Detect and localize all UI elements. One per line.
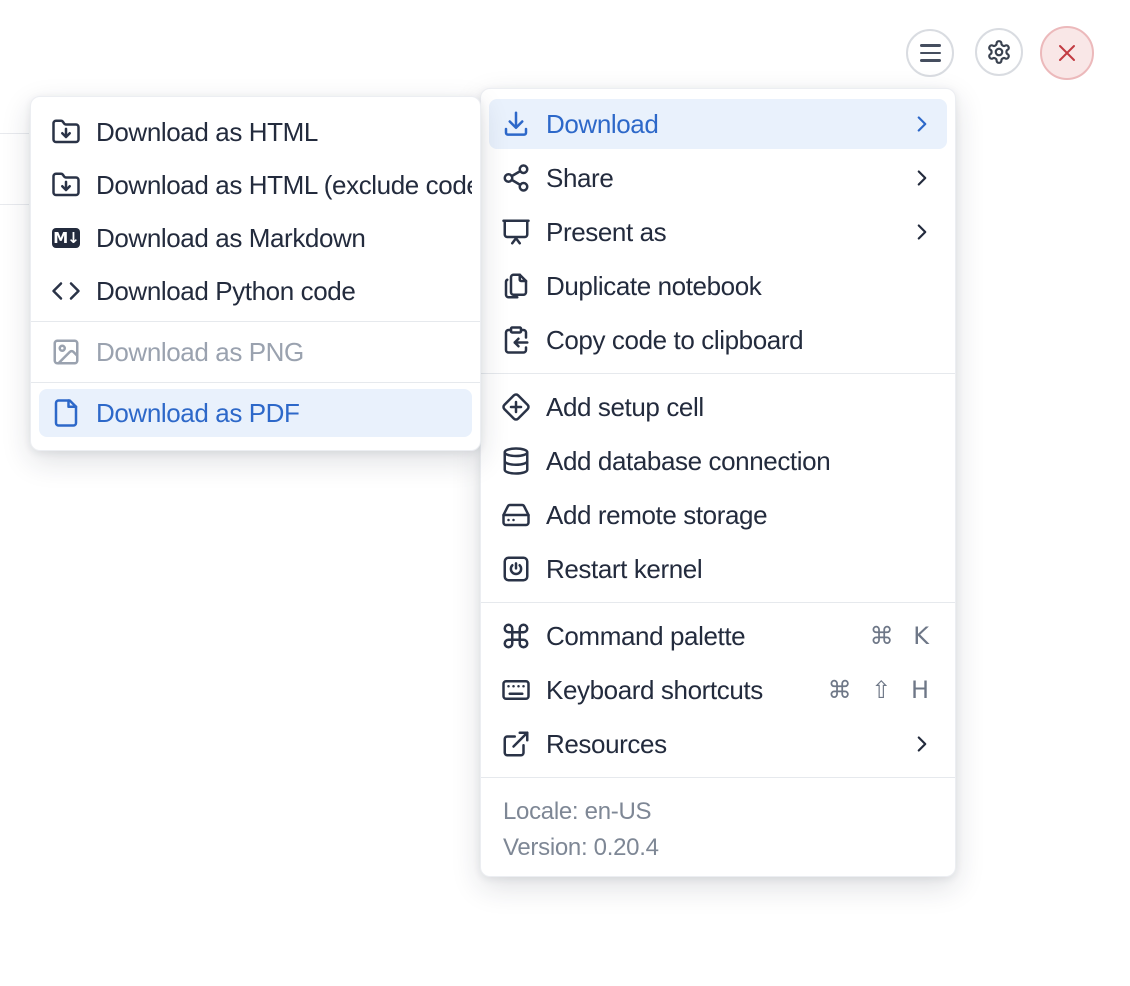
version-text: Version: 0.20.4 [503, 834, 659, 861]
menu-divider [481, 777, 955, 778]
shortcut-hint: ⌘ K [869, 622, 935, 650]
image-icon [51, 337, 81, 367]
menu-item-copy-code-to-clipboard[interactable]: Copy code to clipboard [489, 315, 947, 365]
menu-item-label: Add database connection [546, 445, 831, 476]
menu-item-label: Download Python code [96, 275, 356, 306]
chevron-right-icon [909, 219, 935, 245]
menu-item-label: Copy code to clipboard [546, 324, 804, 355]
code-icon [51, 276, 81, 306]
markdown-icon: M↓ [52, 228, 80, 248]
external-link-icon [501, 729, 531, 759]
share-icon [501, 163, 531, 193]
chevron-right-icon [909, 111, 935, 137]
menu-item-download-as-html[interactable]: Download as HTML [39, 108, 472, 156]
menu-item-command-palette[interactable]: Command palette ⌘ K [489, 611, 947, 661]
menu-item-restart-kernel[interactable]: Restart kernel [489, 544, 947, 594]
menu-item-label: Download as PDF [96, 397, 300, 428]
diamond-plus-icon [501, 392, 531, 422]
menu-item-download[interactable]: Download [489, 99, 947, 149]
folder-down-icon [51, 170, 81, 200]
menu-item-label: Restart kernel [546, 553, 703, 584]
settings-button[interactable] [975, 28, 1023, 76]
menu-item-add-setup-cell[interactable]: Add setup cell [489, 382, 947, 432]
command-icon [501, 621, 531, 651]
menu-item-label: Download as PNG [96, 336, 304, 367]
menu-item-keyboard-shortcuts[interactable]: Keyboard shortcuts ⌘ ⇧ H [489, 665, 947, 715]
file-icon [51, 398, 81, 428]
menu-divider [481, 602, 955, 603]
folder-down-icon [51, 117, 81, 147]
menu-footer: Locale: en-US Version: 0.20.4 [481, 786, 955, 868]
menu-item-label: Resources [546, 728, 667, 759]
menu-item-download-as-png: Download as PNG [39, 328, 472, 376]
hamburger-icon [919, 44, 941, 62]
menu-item-download-python-code[interactable]: Download Python code [39, 267, 472, 315]
menu-item-label: Download as HTML (exclude code) [96, 169, 472, 200]
menu-item-label: Share [546, 162, 614, 193]
menu-item-label: Download [546, 108, 659, 139]
menu-item-download-as-html-exclude-code[interactable]: Download as HTML (exclude code) [39, 161, 472, 209]
menu-item-present-as[interactable]: Present as [489, 207, 947, 257]
background-divider-line [0, 204, 29, 205]
menu-divider [481, 373, 955, 374]
menu-item-label: Command palette [546, 620, 746, 651]
menu-item-add-database-connection[interactable]: Add database connection [489, 436, 947, 486]
power-square-icon [501, 554, 531, 584]
chevron-right-icon [909, 731, 935, 757]
menu-item-duplicate-notebook[interactable]: Duplicate notebook [489, 261, 947, 311]
download-submenu: Download as HTML Download as HTML (exclu… [30, 96, 481, 451]
notebook-menu-button[interactable] [906, 29, 954, 77]
close-icon [1055, 41, 1079, 65]
locale-text: Locale: en-US [503, 798, 652, 825]
menu-item-label: Keyboard shortcuts [546, 674, 763, 705]
chevron-right-icon [909, 165, 935, 191]
download-icon [501, 109, 531, 139]
menu-item-label: Download as Markdown [96, 222, 366, 253]
hard-drive-icon [501, 500, 531, 530]
menu-item-label: Add remote storage [546, 499, 768, 530]
menu-item-label: Duplicate notebook [546, 270, 762, 301]
keyboard-icon [501, 675, 531, 705]
presentation-icon [501, 217, 531, 247]
menu-item-add-remote-storage[interactable]: Add remote storage [489, 490, 947, 540]
shutdown-button[interactable] [1040, 26, 1094, 80]
menu-divider [31, 382, 480, 383]
database-icon [501, 446, 531, 476]
menu-item-download-as-markdown[interactable]: M↓ Download as Markdown [39, 214, 472, 262]
menu-item-label: Present as [546, 216, 667, 247]
shortcut-hint: ⌘ ⇧ H [827, 676, 935, 704]
clipboard-copy-icon [501, 325, 531, 355]
menu-item-label: Add setup cell [546, 391, 704, 422]
menu-item-download-as-pdf[interactable]: Download as PDF [39, 389, 472, 437]
gear-icon [986, 39, 1012, 65]
menu-item-resources[interactable]: Resources [489, 719, 947, 769]
background-divider-line [0, 133, 29, 134]
menu-divider [31, 321, 480, 322]
menu-item-label: Download as HTML [96, 116, 318, 147]
menu-item-share[interactable]: Share [489, 153, 947, 203]
copy-pages-icon [501, 271, 531, 301]
notebook-menu: Download Share Present as Duplicate note… [480, 88, 956, 877]
